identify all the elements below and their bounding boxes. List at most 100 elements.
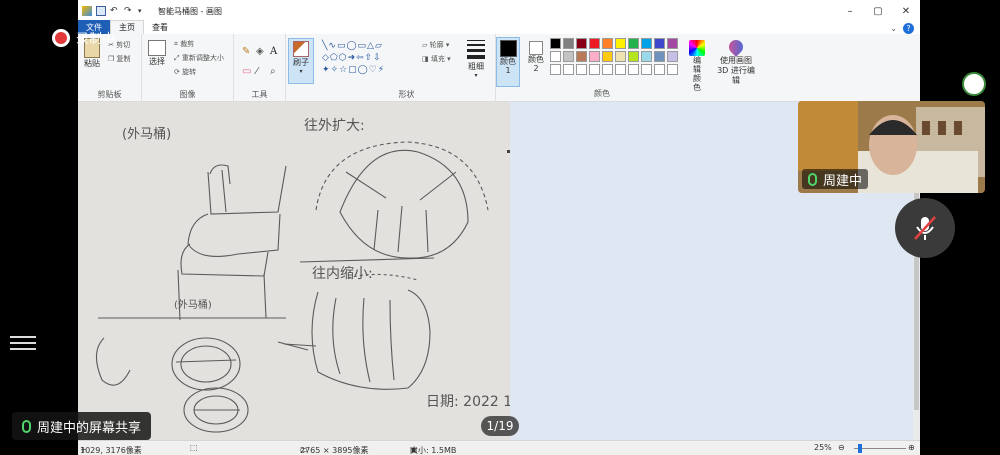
- text-icon[interactable]: A: [270, 46, 277, 57]
- chevron-down-icon[interactable]: ▾: [138, 6, 148, 16]
- palette-swatch[interactable]: [615, 64, 626, 75]
- canvas-resize-handle[interactable]: [507, 150, 510, 153]
- palette-swatch[interactable]: [563, 38, 574, 49]
- paint-window: ↶ ↷ ▾ 智能马桶图 - 画图 – ▢ ✕ 文件 主页 查看 ⌄ ? 粘贴 ✂…: [78, 0, 920, 455]
- zoom-out-button[interactable]: ⊖: [838, 443, 845, 452]
- palette-swatch[interactable]: [641, 51, 652, 62]
- help-icon[interactable]: ?: [903, 23, 914, 34]
- minimize-button[interactable]: –: [836, 0, 864, 22]
- pencil-icon[interactable]: ✎: [242, 46, 250, 57]
- palette-swatch[interactable]: [550, 64, 561, 75]
- color1-button[interactable]: 颜色 1: [496, 37, 520, 87]
- image-group: 选择 ⌗ 裁剪 ⤢ 重新调整大小 ⟳ 旋转 图像: [142, 34, 234, 102]
- redo-icon[interactable]: ↷: [124, 6, 134, 16]
- color1-label: 颜色 1: [500, 57, 516, 75]
- size-label: 粗细: [468, 62, 484, 71]
- palette-swatch[interactable]: [628, 51, 639, 62]
- eraser-icon[interactable]: ▭: [242, 66, 251, 77]
- palette-swatch[interactable]: [641, 64, 652, 75]
- edit-colors-button[interactable]: 编辑颜色: [686, 40, 708, 92]
- paint3d-button[interactable]: 使用画图 3D 进行编辑: [714, 37, 758, 86]
- palette-swatch[interactable]: [667, 51, 678, 62]
- close-button[interactable]: ✕: [892, 0, 920, 22]
- palette-swatch[interactable]: [667, 64, 678, 75]
- palette-swatch[interactable]: [602, 38, 613, 49]
- mute-microphone-button[interactable]: [895, 198, 955, 258]
- palette-swatch[interactable]: [641, 38, 652, 49]
- list-menu-icon[interactable]: [10, 328, 36, 358]
- resize-button[interactable]: ⤢ 重新调整大小: [174, 53, 224, 63]
- selection-icon: ⬚: [190, 443, 198, 452]
- recording-indicator[interactable]: 录制中: [52, 28, 115, 47]
- palette-swatch[interactable]: [602, 51, 613, 62]
- sketch-label-date: 日期: 2022 10: [426, 394, 510, 410]
- rotate-button[interactable]: ⟳ 旋转: [174, 67, 196, 77]
- palette-swatch[interactable]: [576, 64, 587, 75]
- participant-video[interactable]: 周建中: [798, 101, 985, 193]
- palette-swatch[interactable]: [576, 51, 587, 62]
- palette-swatch[interactable]: [628, 38, 639, 49]
- maximize-button[interactable]: ▢: [864, 0, 892, 22]
- zoom-slider-thumb[interactable]: [858, 444, 862, 453]
- color-palette: [550, 38, 686, 82]
- cut-label: 剪切: [116, 41, 131, 49]
- recording-label: 录制中: [76, 32, 116, 47]
- participant-name: 周建中: [823, 173, 863, 189]
- screen-share-label: 周建中的屏幕共享: [12, 412, 152, 440]
- crop-icon: ⌗: [174, 40, 178, 48]
- select-label: 选择: [149, 57, 165, 66]
- brush-icon: [293, 41, 309, 57]
- magnifier-icon[interactable]: ⌕: [270, 66, 276, 77]
- fill-icon[interactable]: ◈: [256, 46, 264, 57]
- palette-swatch[interactable]: [615, 38, 626, 49]
- participant-name-tag: 周建中: [802, 169, 869, 189]
- outline-button[interactable]: ▱ 轮廓 ▾: [422, 40, 449, 50]
- copy-button[interactable]: ❐ 复制: [108, 54, 131, 64]
- fill-shape-button[interactable]: ◨ 填充 ▾: [422, 54, 451, 64]
- page-indicator: 1/19: [481, 416, 519, 436]
- shapes-gallery[interactable]: ╲∿▭◯▭△▱ ◇⬠⬡➜⇦⇧⇩ ✦✧☆▢◯♡⚡: [322, 40, 418, 80]
- palette-swatch[interactable]: [550, 51, 561, 62]
- chevron-down-icon[interactable]: ⌄: [890, 24, 897, 33]
- canvas-area[interactable]: (外马桶) 往外扩大: 往内缩小: (外马桶) 日期: 2022 10: [78, 102, 913, 440]
- palette-swatch[interactable]: [589, 64, 600, 75]
- outline-icon: ▱: [422, 41, 428, 49]
- palette-swatch[interactable]: [550, 38, 561, 49]
- zoom-in-button[interactable]: ⊕: [908, 443, 915, 452]
- line-width-icon: [467, 40, 485, 59]
- colors-group-label: 颜色: [594, 89, 610, 98]
- sketch-label-top-left: (外马桶): [122, 127, 171, 142]
- palette-swatch[interactable]: [615, 51, 626, 62]
- color-picker-icon[interactable]: ⁄: [256, 66, 258, 77]
- image-dimensions-text: 2765 × 3895像素: [300, 446, 369, 455]
- screen-share-stage: ↶ ↷ ▾ 智能马桶图 - 画图 – ▢ ✕ 文件 主页 查看 ⌄ ? 粘贴 ✂…: [0, 0, 1000, 455]
- size-button[interactable]: 粗细 ▾: [464, 40, 488, 79]
- tab-view[interactable]: 查看: [144, 20, 176, 34]
- select-button[interactable]: 选择: [148, 40, 166, 67]
- resize-label: 重新调整大小: [181, 54, 224, 62]
- palette-swatch[interactable]: [654, 51, 665, 62]
- brushes-button[interactable]: 刷子 ▾: [288, 38, 314, 84]
- color2-button[interactable]: 颜色 2: [524, 37, 548, 87]
- palette-swatch[interactable]: [654, 64, 665, 75]
- ribbon: 粘贴 ✂ 剪切 ❐ 复制 剪贴板 选择 ⌗ 裁剪 ⤢ 重新调整大小 ⟳ 旋转 图…: [78, 34, 920, 102]
- chevron-down-icon: ▾: [299, 68, 303, 75]
- tab-home[interactable]: 主页: [110, 20, 144, 34]
- drawing-canvas[interactable]: (外马桶) 往外扩大: 往内缩小: (外马桶) 日期: 2022 10: [78, 102, 510, 440]
- palette-swatch[interactable]: [563, 51, 574, 62]
- image-group-label: 图像: [179, 90, 196, 99]
- palette-swatch[interactable]: [654, 38, 665, 49]
- palette-swatch[interactable]: [667, 38, 678, 49]
- palette-swatch[interactable]: [602, 64, 613, 75]
- select-rect-icon: [148, 40, 166, 56]
- copy-icon: ❐: [108, 55, 115, 63]
- paste-label: 粘贴: [84, 59, 100, 68]
- crop-button[interactable]: ⌗ 裁剪: [174, 39, 194, 49]
- palette-swatch[interactable]: [589, 38, 600, 49]
- palette-swatch[interactable]: [576, 38, 587, 49]
- undo-icon[interactable]: ↶: [110, 6, 120, 16]
- palette-swatch[interactable]: [589, 51, 600, 62]
- palette-swatch[interactable]: [563, 64, 574, 75]
- save-icon[interactable]: [96, 6, 106, 16]
- palette-swatch[interactable]: [628, 64, 639, 75]
